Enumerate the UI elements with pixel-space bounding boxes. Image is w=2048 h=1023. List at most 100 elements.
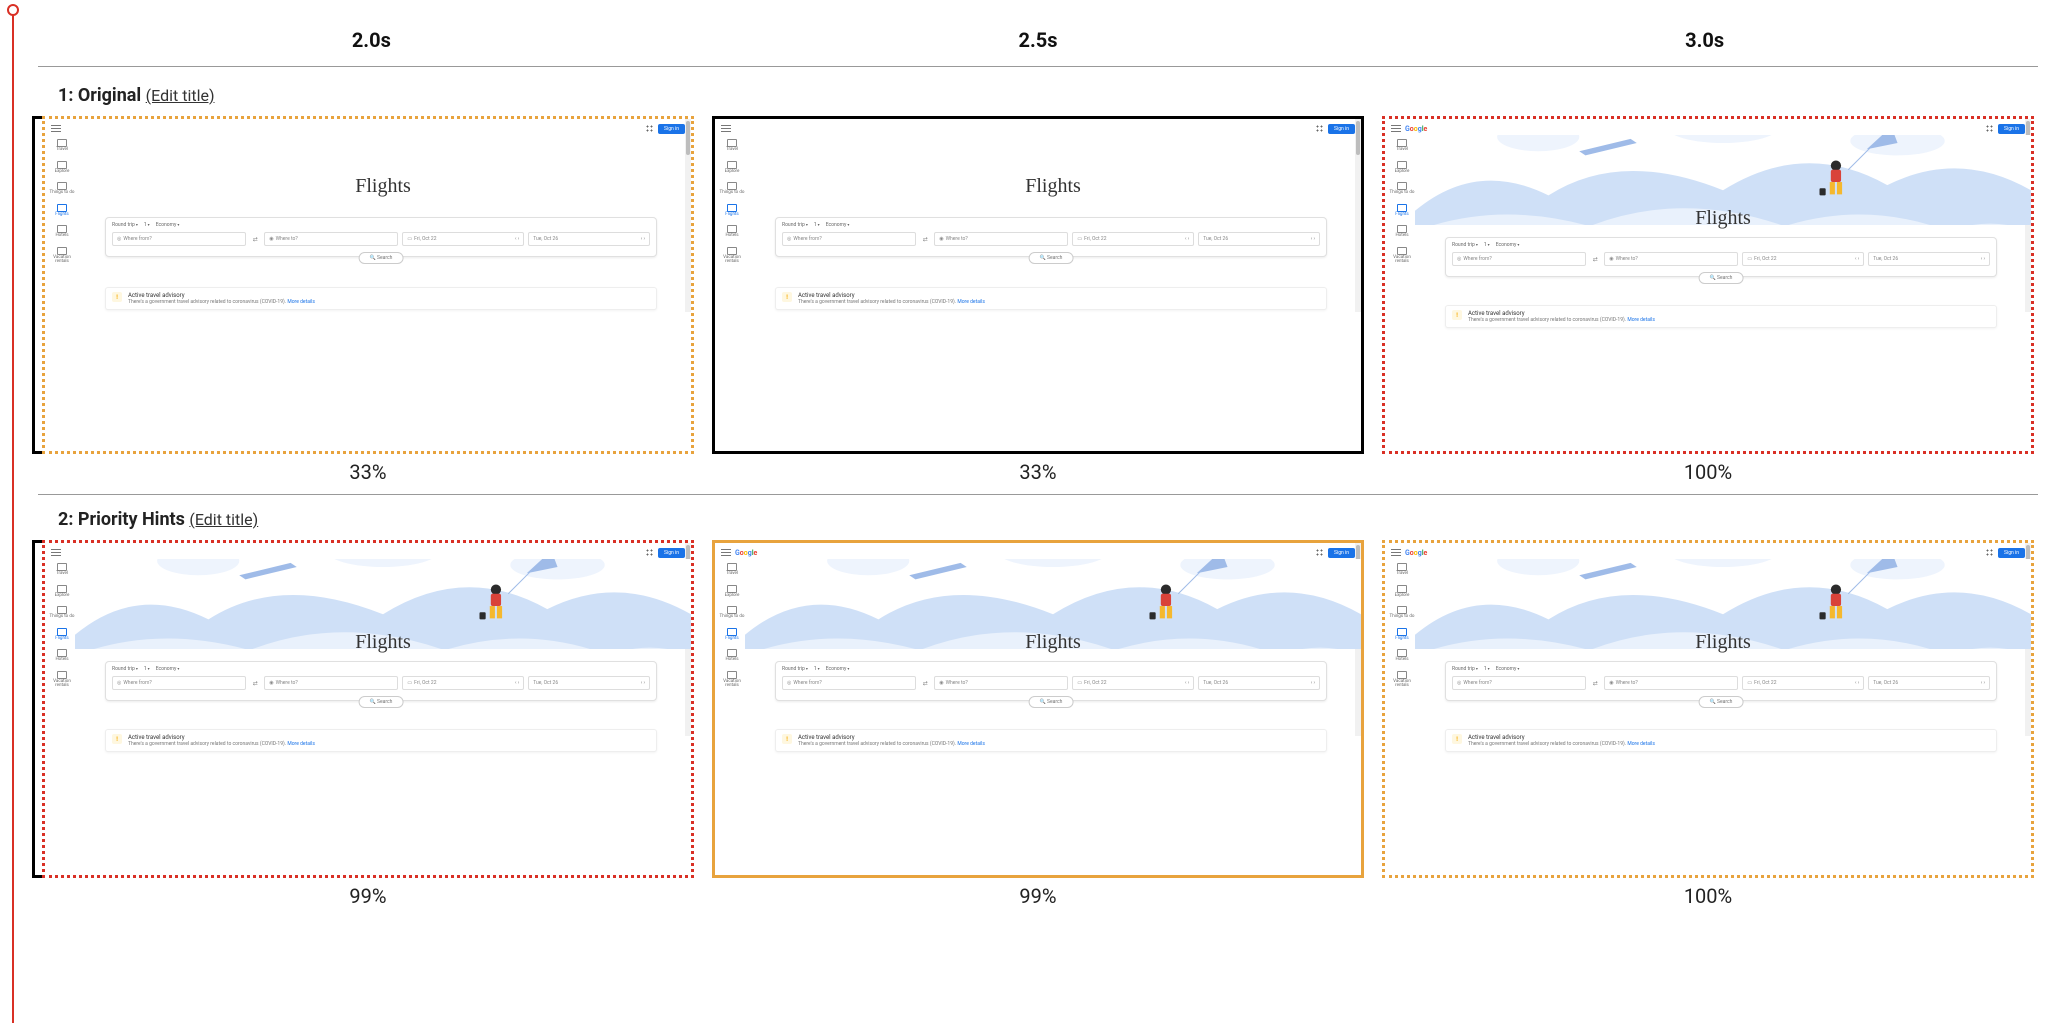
where-to-input[interactable]: ◉Where to?	[1604, 252, 1738, 266]
class-chip[interactable]: Economy	[1496, 242, 1520, 248]
sidebar-item[interactable]: Vacation rentals	[719, 247, 745, 265]
sidebar-item[interactable]: Travel	[1389, 139, 1415, 153]
class-chip[interactable]: Economy	[156, 222, 180, 228]
filmstrip-thumbnail[interactable]: Google Sign in TravelExploreThings to do…	[712, 116, 1364, 454]
where-to-input[interactable]: ◉Where to?	[264, 676, 398, 690]
depart-date-input[interactable]: ▭Fri, Oct 22‹ ›	[1742, 252, 1864, 266]
apps-icon[interactable]	[1316, 125, 1324, 133]
advisory-more-link[interactable]: More details	[1627, 317, 1655, 323]
sign-in-button[interactable]: Sign in	[1328, 548, 1355, 558]
sign-in-button[interactable]: Sign in	[658, 124, 685, 134]
search-button[interactable]: 🔍 Search	[1699, 272, 1744, 284]
sidebar-item[interactable]: Things to do	[719, 182, 745, 196]
scrollbar[interactable]	[1355, 119, 1361, 312]
return-date-input[interactable]: Tue, Oct 26‹ ›	[1868, 252, 1990, 266]
apps-icon[interactable]	[646, 549, 654, 557]
sign-in-button[interactable]: Sign in	[1998, 124, 2025, 134]
swap-icon[interactable]: ⇄	[920, 676, 930, 690]
edit-title-link[interactable]: (Edit title)	[146, 86, 215, 105]
sidebar-item[interactable]: Hotels	[719, 225, 745, 239]
sidebar-item[interactable]: Things to do	[49, 606, 75, 620]
sidebar-item[interactable]: Flights	[1389, 204, 1415, 218]
trip-type-chip[interactable]: Round trip	[782, 222, 808, 228]
menu-icon[interactable]	[721, 125, 731, 133]
search-button[interactable]: 🔍 Search	[359, 252, 404, 264]
sidebar-item[interactable]: Travel	[49, 139, 75, 153]
class-chip[interactable]: Economy	[826, 222, 850, 228]
sidebar-item[interactable]: Explore	[49, 585, 75, 599]
menu-icon[interactable]	[51, 125, 61, 133]
sign-in-button[interactable]: Sign in	[1328, 124, 1355, 134]
search-button[interactable]: 🔍 Search	[359, 696, 404, 708]
trip-type-chip[interactable]: Round trip	[112, 222, 138, 228]
return-date-input[interactable]: Tue, Oct 26‹ ›	[528, 232, 650, 246]
where-from-input[interactable]: ◎Where from?	[1452, 252, 1586, 266]
filmstrip-thumbnail[interactable]: Google Sign in TravelExploreThings to do…	[42, 540, 694, 878]
sidebar-item[interactable]: Hotels	[49, 649, 75, 663]
depart-date-input[interactable]: ▭Fri, Oct 22‹ ›	[402, 232, 524, 246]
swap-icon[interactable]: ⇄	[250, 232, 260, 246]
sidebar-item[interactable]: Flights	[719, 204, 745, 218]
search-button[interactable]: 🔍 Search	[1029, 252, 1074, 264]
filmstrip-thumbnail[interactable]: Google Sign in TravelExploreThings to do…	[712, 540, 1364, 878]
trip-type-chip[interactable]: Round trip	[1452, 242, 1478, 248]
filmstrip-thumbnail[interactable]: Google Sign in TravelExploreThings to do…	[1382, 540, 2034, 878]
menu-icon[interactable]	[721, 549, 731, 557]
class-chip[interactable]: Economy	[1496, 666, 1520, 672]
sidebar-item[interactable]: Travel	[49, 563, 75, 577]
sidebar-item[interactable]: Travel	[1389, 563, 1415, 577]
swap-icon[interactable]: ⇄	[250, 676, 260, 690]
return-date-input[interactable]: Tue, Oct 26‹ ›	[1198, 232, 1320, 246]
sidebar-item[interactable]: Hotels	[1389, 649, 1415, 663]
sidebar-item[interactable]: Explore	[719, 585, 745, 599]
where-from-input[interactable]: ◎Where from?	[112, 676, 246, 690]
sidebar-item[interactable]: Explore	[1389, 161, 1415, 175]
scrollbar[interactable]	[685, 119, 691, 312]
apps-icon[interactable]	[646, 125, 654, 133]
advisory-more-link[interactable]: More details	[287, 741, 315, 747]
apps-icon[interactable]	[1986, 125, 1994, 133]
depart-date-input[interactable]: ▭Fri, Oct 22‹ ›	[1072, 676, 1194, 690]
apps-icon[interactable]	[1986, 549, 1994, 557]
class-chip[interactable]: Economy	[156, 666, 180, 672]
sidebar-item[interactable]: Flights	[49, 204, 75, 218]
advisory-more-link[interactable]: More details	[1627, 741, 1655, 747]
swap-icon[interactable]: ⇄	[920, 232, 930, 246]
sidebar-item[interactable]: Hotels	[49, 225, 75, 239]
filmstrip-thumbnail[interactable]: Google Sign in TravelExploreThings to do…	[42, 116, 694, 454]
where-from-input[interactable]: ◎Where from?	[782, 676, 916, 690]
where-from-input[interactable]: ◎Where from?	[112, 232, 246, 246]
sidebar-item[interactable]: Things to do	[1389, 606, 1415, 620]
sidebar-item[interactable]: Things to do	[1389, 182, 1415, 196]
sidebar-item[interactable]: Explore	[1389, 585, 1415, 599]
where-to-input[interactable]: ◉Where to?	[1604, 676, 1738, 690]
sign-in-button[interactable]: Sign in	[658, 548, 685, 558]
search-button[interactable]: 🔍 Search	[1029, 696, 1074, 708]
passengers-chip[interactable]: 1	[814, 222, 820, 228]
advisory-more-link[interactable]: More details	[287, 299, 315, 305]
trip-type-chip[interactable]: Round trip	[1452, 666, 1478, 672]
where-from-input[interactable]: ◎Where from?	[1452, 676, 1586, 690]
apps-icon[interactable]	[1316, 549, 1324, 557]
sidebar-item[interactable]: Vacation rentals	[49, 671, 75, 689]
sidebar-item[interactable]: Things to do	[719, 606, 745, 620]
passengers-chip[interactable]: 1	[814, 666, 820, 672]
sidebar-item[interactable]: Travel	[719, 563, 745, 577]
sidebar-item[interactable]: Vacation rentals	[49, 247, 75, 265]
trip-type-chip[interactable]: Round trip	[112, 666, 138, 672]
sidebar-item[interactable]: Hotels	[719, 649, 745, 663]
menu-icon[interactable]	[1391, 125, 1401, 133]
menu-icon[interactable]	[1391, 549, 1401, 557]
return-date-input[interactable]: Tue, Oct 26‹ ›	[1868, 676, 1990, 690]
sidebar-item[interactable]: Explore	[719, 161, 745, 175]
sidebar-item[interactable]: Vacation rentals	[1389, 247, 1415, 265]
sidebar-item[interactable]: Things to do	[49, 182, 75, 196]
sidebar-item[interactable]: Flights	[49, 628, 75, 642]
passengers-chip[interactable]: 1	[1484, 242, 1490, 248]
where-to-input[interactable]: ◉Where to?	[264, 232, 398, 246]
edit-title-link[interactable]: (Edit title)	[189, 510, 258, 529]
swap-icon[interactable]: ⇄	[1590, 252, 1600, 266]
advisory-more-link[interactable]: More details	[957, 741, 985, 747]
sidebar-item[interactable]: Travel	[719, 139, 745, 153]
class-chip[interactable]: Economy	[826, 666, 850, 672]
